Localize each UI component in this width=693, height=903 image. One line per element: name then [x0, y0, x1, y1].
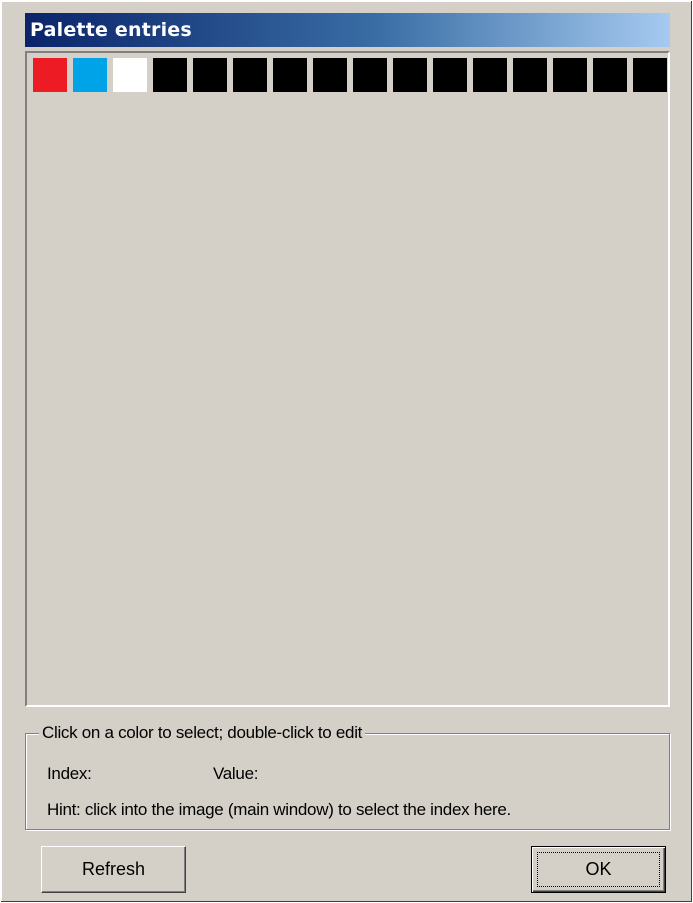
- groupbox-label: Click on a color to select; double-click…: [39, 723, 366, 743]
- swatch-row: [33, 58, 667, 92]
- palette-panel[interactable]: [25, 51, 670, 707]
- palette-swatch-10[interactable]: [433, 58, 467, 92]
- palette-swatch-6[interactable]: [273, 58, 307, 92]
- ok-button[interactable]: OK: [531, 846, 666, 893]
- palette-swatch-15[interactable]: [633, 58, 667, 92]
- palette-swatch-11[interactable]: [473, 58, 507, 92]
- window-title: Palette entries: [30, 19, 192, 41]
- title-bar: Palette entries: [25, 13, 670, 47]
- focus-rect: [537, 852, 660, 887]
- palette-swatch-14[interactable]: [593, 58, 627, 92]
- palette-swatch-1[interactable]: [73, 58, 107, 92]
- palette-swatch-5[interactable]: [233, 58, 267, 92]
- palette-swatch-12[interactable]: [513, 58, 547, 92]
- palette-dialog: Palette entries Click on a color to sele…: [0, 0, 693, 903]
- palette-swatch-4[interactable]: [193, 58, 227, 92]
- hint-text: Hint: click into the image (main window)…: [47, 800, 511, 819]
- index-label: Index:: [47, 764, 92, 783]
- palette-swatch-2[interactable]: [113, 58, 147, 92]
- palette-swatch-7[interactable]: [313, 58, 347, 92]
- palette-swatch-13[interactable]: [553, 58, 587, 92]
- palette-swatch-8[interactable]: [353, 58, 387, 92]
- value-label: Value:: [213, 764, 259, 783]
- palette-swatch-9[interactable]: [393, 58, 427, 92]
- palette-swatch-3[interactable]: [153, 58, 187, 92]
- palette-swatch-0[interactable]: [33, 58, 67, 92]
- refresh-button[interactable]: Refresh: [41, 846, 186, 893]
